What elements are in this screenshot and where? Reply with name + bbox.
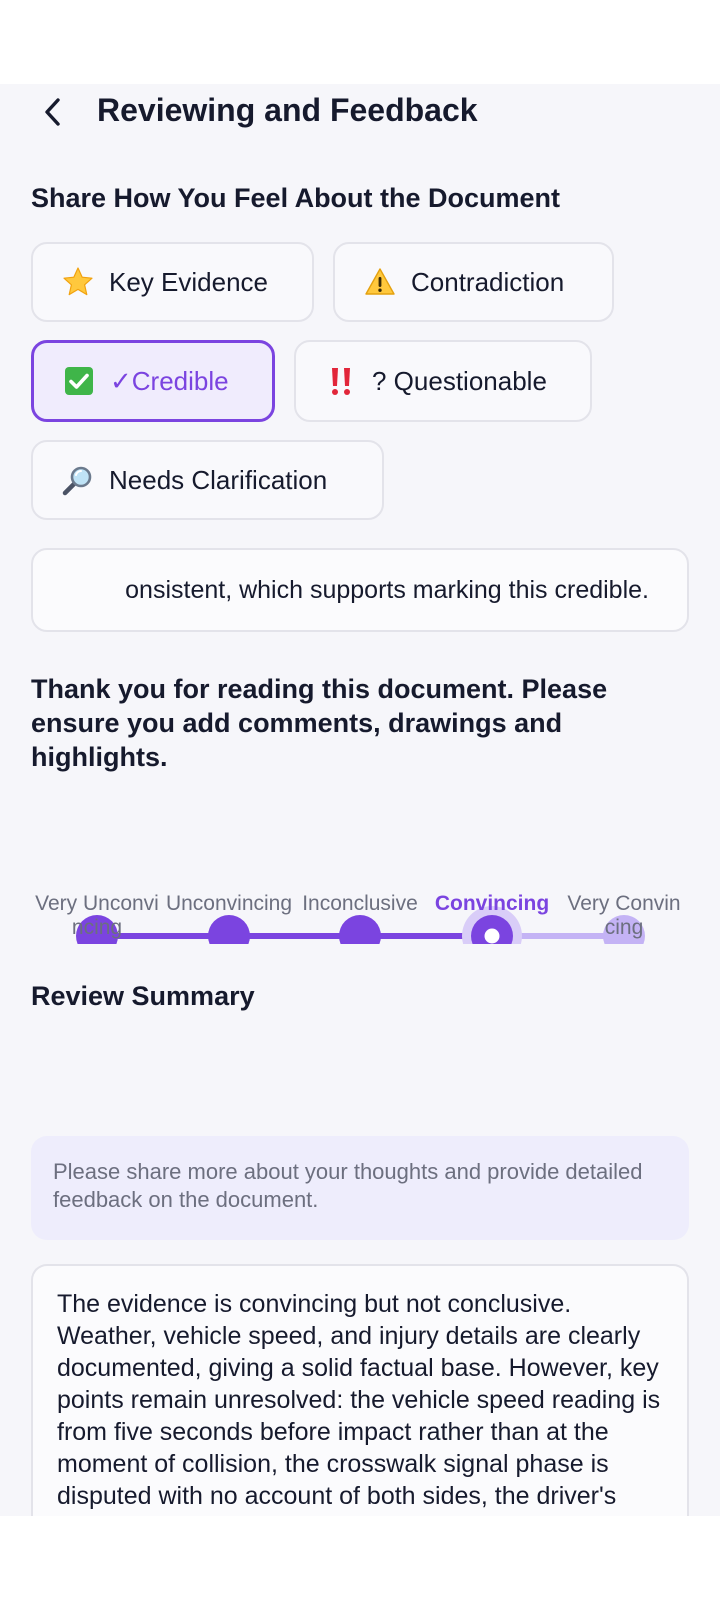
chip-label: Needs Clarification: [109, 464, 328, 495]
rating-step-label-5: Very Convincing: [567, 892, 681, 939]
review-screen: Reviewing and Feedback Share How You Fee…: [0, 84, 720, 1516]
rating-step-3[interactable]: [339, 915, 381, 944]
magnifier-icon: [61, 463, 95, 497]
rating-step-label-3: Inconclusive: [302, 892, 418, 915]
chip-key-evidence[interactable]: Key Evidence: [31, 242, 314, 322]
summary-title: Review Summary: [31, 981, 255, 1011]
chip-credible[interactable]: ✓Credible: [31, 340, 275, 422]
chip-label: ✓Credible: [110, 365, 229, 396]
feeling-section-title: Share How You Feel About the Document: [31, 183, 561, 213]
chip-questionable[interactable]: ? Questionable: [294, 340, 592, 422]
chip-label: Contradiction: [411, 266, 565, 297]
page-title: Reviewing and Feedback: [97, 92, 478, 128]
rating-prompt: Thank you for reading this document. Ple…: [31, 674, 608, 772]
chip-contradiction[interactable]: Contradiction: [333, 242, 614, 322]
warning-icon: [363, 265, 397, 299]
header: Reviewing and Feedback: [0, 84, 720, 140]
summary-hint: Please share more about your thoughts an…: [31, 1136, 689, 1240]
double-exclamation-icon: [324, 364, 358, 398]
feeling-comment-input[interactable]: onsistent, which supports marking this c…: [31, 548, 689, 632]
rating-step-label-1: Very Unconvincing: [35, 892, 159, 939]
chevron-left-icon: [45, 98, 60, 126]
summary-text: The evidence is convincing but not concl…: [57, 1290, 661, 1516]
star-icon: [61, 265, 95, 299]
chip-label: Key Evidence: [109, 266, 268, 297]
rating-step-label-2: Unconvincing: [165, 892, 293, 915]
check-box-icon: [62, 364, 96, 398]
chip-label: ? Questionable: [372, 365, 547, 396]
comment-input-value: onsistent, which supports marking this c…: [125, 576, 649, 604]
chip-needs-clarification[interactable]: Needs Clarification: [31, 440, 384, 520]
rating-step-selected-dot: [484, 928, 500, 944]
summary-textarea[interactable]: The evidence is convincing but not concl…: [31, 1264, 689, 1516]
rating-step-2[interactable]: [208, 915, 250, 944]
rating-step-label-4: Convincing: [434, 892, 550, 915]
back-button[interactable]: [32, 90, 76, 134]
